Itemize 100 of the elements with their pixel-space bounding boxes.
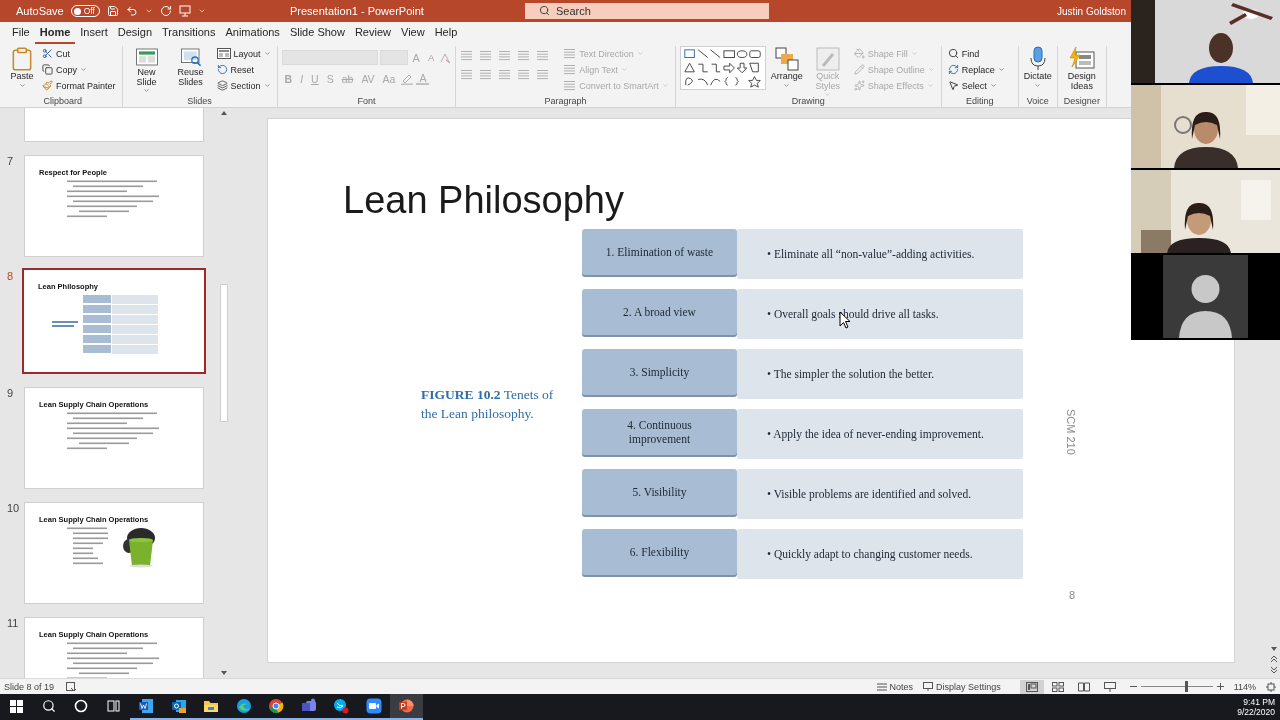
ribbon-button[interactable]: Reset <box>214 62 273 77</box>
columns-icon <box>536 69 550 80</box>
align-right-icon <box>498 69 512 80</box>
zoom-level[interactable]: 114% <box>1233 681 1256 692</box>
ribbon-tab[interactable]: Help <box>429 22 463 44</box>
pencil-icon <box>853 64 865 75</box>
slide-number: 9 <box>6 387 15 401</box>
tenet-label: 5. Visibility <box>582 469 737 515</box>
slide-title: Lean Philosophy <box>343 178 625 223</box>
ribbon-tab[interactable]: File <box>7 22 35 44</box>
zoom-in-icon[interactable] <box>1216 683 1224 690</box>
reading-view-icon <box>1077 681 1090 692</box>
start-icon <box>9 699 23 713</box>
ribbon-button[interactable]: Design Ideas <box>1061 46 1102 91</box>
ribbon-button[interactable]: Layout <box>214 46 273 61</box>
user-name[interactable]: Justin Goldston <box>1057 5 1126 17</box>
ribbon-tab[interactable]: Design <box>112 22 158 44</box>
copy-icon <box>42 64 53 75</box>
paint-bucket-icon <box>853 48 865 59</box>
group-label: Slides <box>186 95 213 107</box>
previous-slide-icon[interactable] <box>1270 655 1278 663</box>
clock-date: 9/22/2020 <box>1237 707 1275 717</box>
view-button[interactable] <box>1019 679 1044 694</box>
section-icon <box>216 80 228 91</box>
zoom-out-icon[interactable] <box>1129 683 1137 690</box>
video-app-icon <box>365 698 382 714</box>
ribbon-button[interactable]: New Slide <box>126 46 167 94</box>
tenet-description: • Eliminate all “non-value”-adding activities. <box>737 229 1023 279</box>
call-app-icon <box>333 698 350 714</box>
search-field[interactable]: Search <box>525 3 769 19</box>
ribbon-tab[interactable]: Animations <box>220 22 285 44</box>
slide-footer: SCM 210 <box>1065 409 1077 455</box>
ribbon-tab[interactable]: Slide Show <box>284 22 350 44</box>
caret-icon <box>636 50 644 57</box>
cortana-icon <box>74 699 89 713</box>
mail-app-icon <box>170 698 187 714</box>
slide-thumbnail[interactable] <box>24 108 204 142</box>
customize-icon[interactable] <box>197 7 206 15</box>
tenet-label: 6. Flexibility <box>582 529 737 575</box>
search-icon <box>539 5 550 16</box>
caret-icon <box>621 66 629 73</box>
ribbon-tab[interactable]: Review <box>349 22 396 44</box>
align-text-icon <box>563 64 577 75</box>
undo-icon[interactable] <box>125 5 138 17</box>
pointer-icon <box>947 80 959 91</box>
fit-slide-icon[interactable] <box>1266 681 1276 692</box>
ribbon-button[interactable]: Cut <box>40 46 118 61</box>
group-label: Designer <box>1062 95 1101 107</box>
smartart-icon <box>563 80 577 91</box>
presentation-icon[interactable] <box>178 5 191 17</box>
scissors-icon <box>42 48 53 59</box>
ribbon-button[interactable]: Replace <box>945 62 1007 77</box>
increase-indent-icon <box>517 50 531 61</box>
ribbon-tab[interactable]: View <box>396 22 430 44</box>
ribbon-button[interactable]: Find <box>945 46 1007 61</box>
ribbon-button[interactable]: Format Painter <box>40 78 118 93</box>
redo-icon[interactable] <box>159 5 172 17</box>
scrollbar-thumb[interactable] <box>220 284 228 422</box>
tenet-label: 4. Continuous improvement <box>582 409 737 455</box>
scroll-down-icon[interactable] <box>220 670 228 676</box>
ribbon-tab[interactable]: Transitions <box>157 22 221 44</box>
caret-icon <box>263 82 271 89</box>
numbering-icon <box>479 50 493 61</box>
ribbon-button[interactable]: Section <box>214 78 273 93</box>
caret-icon <box>824 91 832 98</box>
ribbon-button[interactable]: Paste <box>8 46 36 89</box>
caret-icon <box>910 50 918 57</box>
display-icon <box>923 682 934 691</box>
align-left-icon <box>460 69 474 80</box>
group-label: Paragraph <box>543 95 588 107</box>
slide-number: 7 <box>6 155 15 169</box>
scroll-up-icon[interactable] <box>220 110 228 116</box>
caret-icon <box>80 66 87 73</box>
bullets-icon <box>460 50 474 61</box>
paintbrush-icon <box>42 80 53 91</box>
shapes-gallery[interactable] <box>679 46 766 90</box>
document-app-icon <box>138 698 155 714</box>
accessibility-icon[interactable] <box>66 681 78 692</box>
caret-icon <box>927 66 935 73</box>
highlighter-icon <box>400 72 415 85</box>
browser-icon <box>235 698 252 714</box>
zoom-slider-thumb[interactable] <box>1185 681 1189 692</box>
notes-button[interactable]: Notes <box>871 681 919 692</box>
decrease-indent-icon <box>498 50 512 61</box>
ribbon-button[interactable]: Arrange <box>769 46 804 89</box>
next-slide-icon[interactable] <box>1270 666 1278 674</box>
caret-icon[interactable] <box>144 7 153 15</box>
tenet-label: 1. Elimination of waste <box>582 229 737 275</box>
ribbon-button[interactable]: Reuse Slides <box>170 46 211 87</box>
scroll-down-icon[interactable] <box>1270 646 1278 652</box>
font-size-field[interactable] <box>379 50 408 65</box>
slide-number: 8 <box>1069 589 1076 601</box>
ribbon-button[interactable]: Select <box>945 78 1007 93</box>
ribbon-button[interactable]: Copy <box>40 62 118 77</box>
ribbon-tab[interactable]: Insert <box>75 22 113 44</box>
folder-icon <box>203 699 220 713</box>
save-icon[interactable] <box>106 5 119 17</box>
notes-icon <box>876 682 887 691</box>
ribbon-button[interactable]: Dictate <box>1022 46 1053 89</box>
display-settings-button[interactable]: Display Settings <box>918 681 1006 692</box>
